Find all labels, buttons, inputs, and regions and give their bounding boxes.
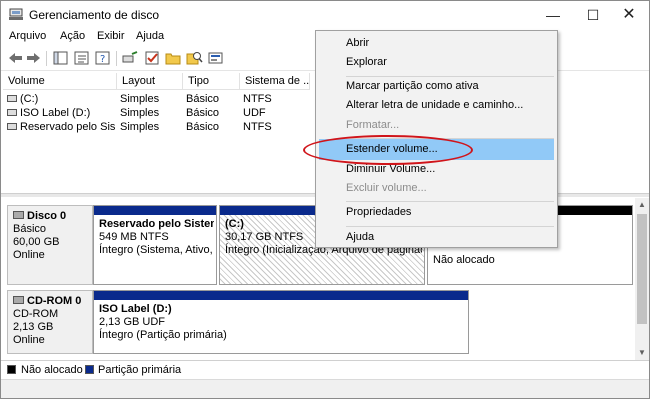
partition-info: Não alocado bbox=[433, 254, 630, 267]
svg-text:?: ? bbox=[100, 54, 105, 65]
partition-title: ISO Label (D:) bbox=[99, 303, 172, 315]
layout-cell: Simples bbox=[120, 107, 160, 119]
menu-item-abrir[interactable]: Abrir bbox=[319, 33, 554, 54]
drive-icon bbox=[7, 108, 17, 116]
column-header-tipo[interactable]: Tipo bbox=[183, 73, 240, 90]
status-bar bbox=[1, 379, 649, 398]
menu-item-ajuda[interactable]: Ajuda bbox=[319, 227, 554, 248]
scroll-thumb[interactable] bbox=[637, 214, 647, 324]
menu-item-marcar-ativa[interactable]: Marcar partição como ativa bbox=[319, 76, 554, 97]
partition-status: Não alocado bbox=[433, 254, 495, 266]
column-header-layout[interactable]: Layout bbox=[117, 73, 183, 90]
legend-swatch-primary bbox=[85, 365, 94, 374]
cdrom-0-label[interactable]: CD-ROM 0 CD-ROM 2,13 GB Online bbox=[7, 290, 93, 354]
view-icon[interactable] bbox=[207, 50, 224, 66]
legend: Não alocado Partição primária bbox=[1, 360, 649, 378]
menu-item-excluir-volume: Excluir volume... bbox=[346, 182, 427, 194]
vertical-scrollbar[interactable]: ▲ ▼ bbox=[635, 198, 649, 360]
disk-type: CD-ROM bbox=[13, 308, 59, 320]
disk-type: Básico bbox=[13, 223, 47, 235]
folder-icon[interactable] bbox=[165, 50, 182, 66]
rescan-icon[interactable] bbox=[122, 50, 139, 66]
partition-system-reserved[interactable]: Reservado pelo Sistema 549 MB NTFS Ínteg… bbox=[93, 205, 217, 285]
scroll-up-arrow-icon[interactable]: ▲ bbox=[635, 198, 649, 212]
partition-title: (C:) bbox=[225, 218, 244, 230]
menu-item-propriedades[interactable]: Propriedades bbox=[319, 202, 554, 223]
volume-name: ISO Label (D:) bbox=[20, 107, 91, 119]
partition-status: Íntegro (Partição primária) bbox=[99, 329, 227, 341]
cdrom-icon bbox=[13, 296, 24, 304]
column-header-sistema[interactable]: Sistema de ... bbox=[240, 73, 310, 90]
column-header-volume[interactable]: Volume bbox=[3, 73, 117, 90]
partition-size: 30,17 GB NTFS bbox=[225, 231, 304, 243]
toolbar-separator bbox=[116, 51, 117, 66]
disk-name: Disco 0 bbox=[27, 210, 67, 222]
forward-arrow-icon[interactable] bbox=[25, 50, 42, 66]
volume-cell: Reservado pelo Sis... bbox=[7, 120, 115, 135]
search-icon[interactable] bbox=[186, 50, 203, 66]
partition-bar bbox=[94, 206, 216, 215]
app-disk-icon bbox=[9, 8, 23, 20]
layout-cell: Simples bbox=[120, 93, 160, 105]
menu-item-alterar-letra[interactable]: Alterar letra de unidade e caminho... bbox=[319, 95, 554, 116]
tipo-cell: Básico bbox=[186, 93, 220, 105]
partition-bar bbox=[94, 291, 468, 300]
partition-info: ISO Label (D:) 2,13 GB UDF Íntegro (Part… bbox=[99, 303, 466, 342]
partition-size: 549 MB NTFS bbox=[99, 231, 169, 243]
volume-cell: ISO Label (D:) bbox=[7, 106, 115, 121]
partition-iso-label[interactable]: ISO Label (D:) 2,13 GB UDF Íntegro (Part… bbox=[93, 290, 469, 354]
highlight-ellipse-annotation bbox=[303, 135, 473, 165]
check-icon[interactable] bbox=[144, 50, 161, 66]
disk-management-window: Gerenciamento de disco — ☐ ✕ Arquivo Açã… bbox=[0, 0, 650, 399]
disk-0-label[interactable]: Disco 0 Básico 60,00 GB Online bbox=[7, 205, 93, 285]
console-tree-icon[interactable] bbox=[52, 50, 69, 66]
partition-info: Reservado pelo Sistema 549 MB NTFS Ínteg… bbox=[99, 218, 214, 257]
legend-swatch-unallocated bbox=[7, 365, 16, 374]
partition-title: Reservado pelo Sistema bbox=[99, 218, 214, 230]
help-icon[interactable]: ? bbox=[94, 50, 111, 66]
disk-status: Online bbox=[13, 249, 45, 261]
sistema-cell: UDF bbox=[243, 107, 266, 119]
minimize-button[interactable]: — bbox=[531, 1, 575, 29]
disk-name: CD-ROM 0 bbox=[27, 295, 82, 307]
close-button[interactable]: ✕ bbox=[607, 1, 649, 29]
sistema-cell: NTFS bbox=[243, 93, 272, 105]
tipo-cell: Básico bbox=[186, 121, 220, 133]
disk-size: 2,13 GB bbox=[13, 321, 54, 333]
tipo-cell: Básico bbox=[186, 107, 220, 119]
menu-ajuda[interactable]: Ajuda bbox=[136, 30, 164, 42]
layout-cell: Simples bbox=[120, 121, 160, 133]
menu-exibir[interactable]: Exibir bbox=[97, 30, 125, 42]
volume-name: Reservado pelo Sis... bbox=[20, 121, 115, 133]
partition-status: Íntegro (Sistema, Ativo, P bbox=[99, 244, 214, 256]
drive-icon bbox=[7, 94, 17, 102]
scroll-down-arrow-icon[interactable]: ▼ bbox=[635, 346, 649, 360]
window-title: Gerenciamento de disco bbox=[29, 8, 160, 22]
menu-item-explorar[interactable]: Explorar bbox=[319, 52, 554, 73]
volume-name: (C:) bbox=[20, 93, 39, 105]
legend-label: Partição primária bbox=[98, 364, 182, 376]
disk-icon bbox=[13, 211, 24, 219]
sistema-cell: NTFS bbox=[243, 121, 272, 133]
disk-status: Online bbox=[13, 334, 45, 346]
drive-icon bbox=[7, 122, 17, 130]
title-bar[interactable]: Gerenciamento de disco — ☐ ✕ bbox=[1, 1, 649, 29]
properties-icon[interactable] bbox=[73, 50, 90, 66]
volume-cell: (C:) bbox=[7, 92, 115, 107]
partition-size: 2,13 GB UDF bbox=[99, 316, 166, 328]
menu-item-formatar: Formatar... bbox=[346, 119, 400, 131]
back-arrow-icon[interactable] bbox=[7, 50, 24, 66]
toolbar-separator bbox=[46, 51, 47, 66]
menu-arquivo[interactable]: Arquivo bbox=[9, 30, 46, 42]
menu-acao[interactable]: Ação bbox=[60, 30, 85, 42]
legend-label: Não alocado bbox=[21, 364, 83, 376]
disk-size: 60,00 GB bbox=[13, 236, 60, 248]
